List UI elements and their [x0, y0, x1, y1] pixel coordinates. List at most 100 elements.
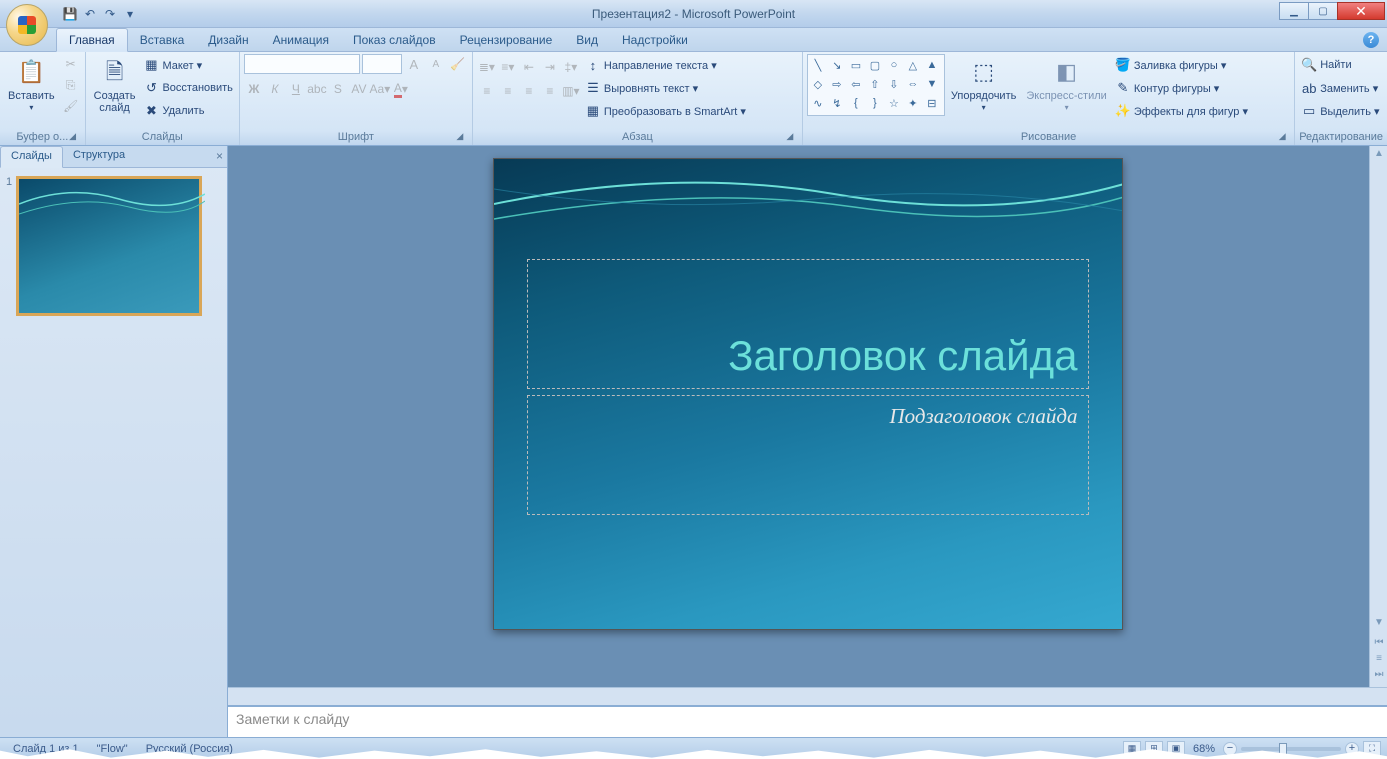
canvas-scroll[interactable]: Заголовок слайда Подзаголовок слайда ▲ ▼… [228, 146, 1387, 687]
tab-view[interactable]: Вид [564, 29, 610, 51]
line-spacing-button[interactable]: ‡▾ [561, 57, 581, 77]
tab-home[interactable]: Главная [56, 28, 128, 52]
align-center-button[interactable]: ≡ [498, 81, 518, 101]
shape-fill-button[interactable]: 🪣Заливка фигуры ▾ [1113, 54, 1250, 76]
tab-insert[interactable]: Вставка [128, 29, 197, 51]
align-text-button[interactable]: ☰Выровнять текст ▾ [583, 77, 748, 99]
thumbnail-preview[interactable] [16, 176, 202, 316]
bold-button[interactable]: Ж [244, 79, 264, 99]
shape-connector-icon[interactable]: ↯ [829, 95, 845, 111]
grow-font-button[interactable]: A [404, 54, 424, 74]
panel-tab-slides[interactable]: Слайды [0, 146, 63, 168]
shape-effects-button[interactable]: ✨Эффекты для фигур ▾ [1113, 100, 1250, 122]
shape-outline-button[interactable]: ✎Контур фигуры ▾ [1113, 77, 1250, 99]
tab-addins[interactable]: Надстройки [610, 29, 700, 51]
cut-button[interactable]: ✂ [61, 54, 81, 74]
help-button[interactable]: ? [1363, 32, 1379, 48]
shape-diamond-icon[interactable]: ◇ [810, 76, 826, 92]
align-left-button[interactable]: ≡ [477, 81, 497, 101]
shape-roundrect-icon[interactable]: ▢ [867, 57, 883, 73]
font-dialog-launcher[interactable]: ◢ [454, 131, 466, 143]
tab-design[interactable]: Дизайн [196, 29, 260, 51]
numbering-button[interactable]: ≡▾ [498, 57, 518, 77]
slide-canvas[interactable]: Заголовок слайда Подзаголовок слайда [493, 158, 1123, 630]
paragraph-dialog-launcher[interactable]: ◢ [784, 131, 796, 143]
qat-more-icon[interactable]: ▾ [122, 6, 138, 22]
new-slide-button[interactable]: 🗎 Создать слайд [90, 54, 140, 116]
undo-icon[interactable]: ↶ [82, 6, 98, 22]
shape-line-icon[interactable]: ╲ [810, 57, 826, 73]
maximize-button[interactable]: ▢ [1308, 2, 1338, 20]
shape-ellipse-icon[interactable]: ○ [886, 57, 902, 73]
horizontal-scrollbar[interactable] [228, 687, 1387, 705]
shape-more2-icon[interactable]: ▼ [924, 76, 940, 92]
shapes-gallery[interactable]: ╲↘▭▢○△▲ ◇⇨⇦⇧⇩⇔▼ ∿↯{}☆✦⊟ [807, 54, 945, 116]
bullets-button[interactable]: ≣▾ [477, 57, 497, 77]
text-direction-button[interactable]: ↕Направление текста ▾ [583, 54, 748, 76]
decrease-indent-button[interactable]: ⇤ [519, 57, 539, 77]
shape-arrow-icon[interactable]: ↘ [829, 57, 845, 73]
strike-button[interactable]: abc [307, 79, 327, 99]
arrange-button[interactable]: ⬚ Упорядочить▾ [947, 54, 1020, 116]
notes-pane[interactable]: Заметки к слайду [228, 705, 1387, 737]
office-button[interactable] [6, 4, 48, 46]
shape-darrow-icon[interactable]: ⇩ [886, 76, 902, 92]
find-button[interactable]: 🔍Найти [1299, 54, 1381, 76]
panel-close-button[interactable]: × [216, 149, 223, 163]
align-right-button[interactable]: ≡ [519, 81, 539, 101]
shape-star-icon[interactable]: ☆ [886, 95, 902, 111]
change-case-button[interactable]: Aa▾ [370, 79, 390, 99]
select-button[interactable]: ▭Выделить ▾ [1299, 100, 1381, 122]
italic-button[interactable]: К [265, 79, 285, 99]
layout-button[interactable]: ▦Макет ▾ [141, 54, 234, 76]
shadow-button[interactable]: S [328, 79, 348, 99]
reset-button[interactable]: ↺Восстановить [141, 77, 234, 99]
format-painter-button[interactable]: 🖌 [61, 96, 81, 116]
zoom-out-button[interactable]: − [1223, 742, 1237, 756]
paste-button[interactable]: 📋 Вставить ▾ [4, 54, 59, 116]
char-spacing-button[interactable]: AV [349, 79, 369, 99]
shape-brace2-icon[interactable]: } [867, 95, 883, 111]
font-color-button[interactable]: A▾ [391, 79, 411, 99]
shape-triangle-icon[interactable]: △ [905, 57, 921, 73]
tab-review[interactable]: Рецензирование [448, 29, 565, 51]
vertical-scrollbar[interactable]: ▲ ▼ ⏮ ≡ ⏭ [1369, 146, 1387, 687]
close-button[interactable]: ✕ [1337, 2, 1385, 20]
save-icon[interactable]: 💾 [62, 6, 78, 22]
underline-button[interactable]: Ч [286, 79, 306, 99]
delete-slide-button[interactable]: ✖Удалить [141, 100, 234, 122]
panel-tab-outline[interactable]: Структура [63, 146, 135, 167]
columns-button[interactable]: ▥▾ [561, 81, 581, 101]
shape-more1-icon[interactable]: ▲ [924, 57, 940, 73]
shrink-font-button[interactable]: A [426, 54, 446, 74]
zoom-value[interactable]: 68% [1193, 743, 1215, 755]
subtitle-placeholder[interactable]: Подзаголовок слайда [527, 395, 1089, 515]
shape-rect-icon[interactable]: ▭ [848, 57, 864, 73]
shape-callout-icon[interactable]: ✦ [905, 95, 921, 111]
shape-uarrow-icon[interactable]: ⇧ [867, 76, 883, 92]
quick-styles-button[interactable]: ◧ Экспресс-стили▾ [1022, 54, 1110, 116]
nav-menu-icon[interactable]: ≡ [1372, 653, 1386, 667]
zoom-thumb[interactable] [1279, 743, 1287, 755]
tab-animation[interactable]: Анимация [261, 29, 341, 51]
increase-indent-button[interactable]: ⇥ [540, 57, 560, 77]
drawing-dialog-launcher[interactable]: ◢ [1276, 131, 1288, 143]
scroll-up-icon[interactable]: ▲ [1372, 148, 1386, 162]
font-family-combo[interactable] [244, 54, 360, 74]
shape-more3-icon[interactable]: ⊟ [924, 95, 940, 111]
clear-format-button[interactable]: 🧹 [448, 54, 468, 74]
minimize-button[interactable]: ▁ [1279, 2, 1309, 20]
shape-larrow-icon[interactable]: ⇦ [848, 76, 864, 92]
shape-brace-icon[interactable]: { [848, 95, 864, 111]
clipboard-dialog-launcher[interactable]: ◢ [67, 131, 79, 143]
convert-smartart-button[interactable]: ▦Преобразовать в SmartArt ▾ [583, 100, 748, 122]
shape-curve-icon[interactable]: ∿ [810, 95, 826, 111]
prev-slide-icon[interactable]: ⏮ [1372, 637, 1386, 651]
tab-slideshow[interactable]: Показ слайдов [341, 29, 448, 51]
redo-icon[interactable]: ↷ [102, 6, 118, 22]
next-slide-icon[interactable]: ⏭ [1372, 669, 1386, 683]
justify-button[interactable]: ≡ [540, 81, 560, 101]
replace-button[interactable]: abЗаменить ▾ [1299, 77, 1381, 99]
thumbnail-item[interactable]: 1 [6, 176, 221, 316]
status-theme[interactable]: "Flow" [90, 742, 135, 756]
